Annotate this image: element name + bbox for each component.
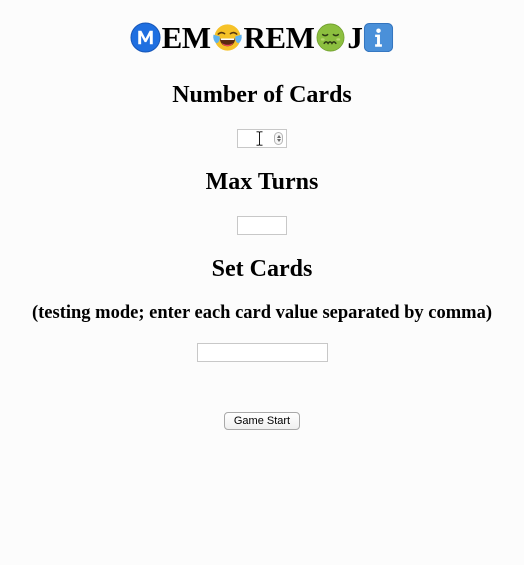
set-cards-input[interactable] (197, 343, 328, 362)
title-text-part-3: J (347, 20, 363, 55)
set-cards-heading: Set Cards (211, 256, 313, 282)
nauseated-face-emoji-icon (315, 22, 346, 53)
tears-of-joy-emoji-icon (212, 22, 243, 53)
information-icon (363, 22, 394, 53)
app-title: EM REM J (0, 18, 524, 58)
title-text-part-2: REM (243, 20, 315, 55)
testing-mode-note: (testing mode; enter each card value sep… (31, 303, 492, 323)
max-turns-input[interactable] (237, 216, 287, 235)
max-turns-heading: Max Turns (205, 169, 319, 195)
number-stepper-icon[interactable] (274, 132, 283, 145)
number-of-cards-input[interactable] (237, 129, 287, 148)
circled-m-icon (130, 21, 161, 53)
game-start-button[interactable]: Game Start (224, 412, 300, 430)
text-cursor-icon (256, 131, 263, 146)
number-of-cards-heading: Number of Cards (172, 82, 352, 108)
title-text-part-1: EM (161, 20, 211, 55)
